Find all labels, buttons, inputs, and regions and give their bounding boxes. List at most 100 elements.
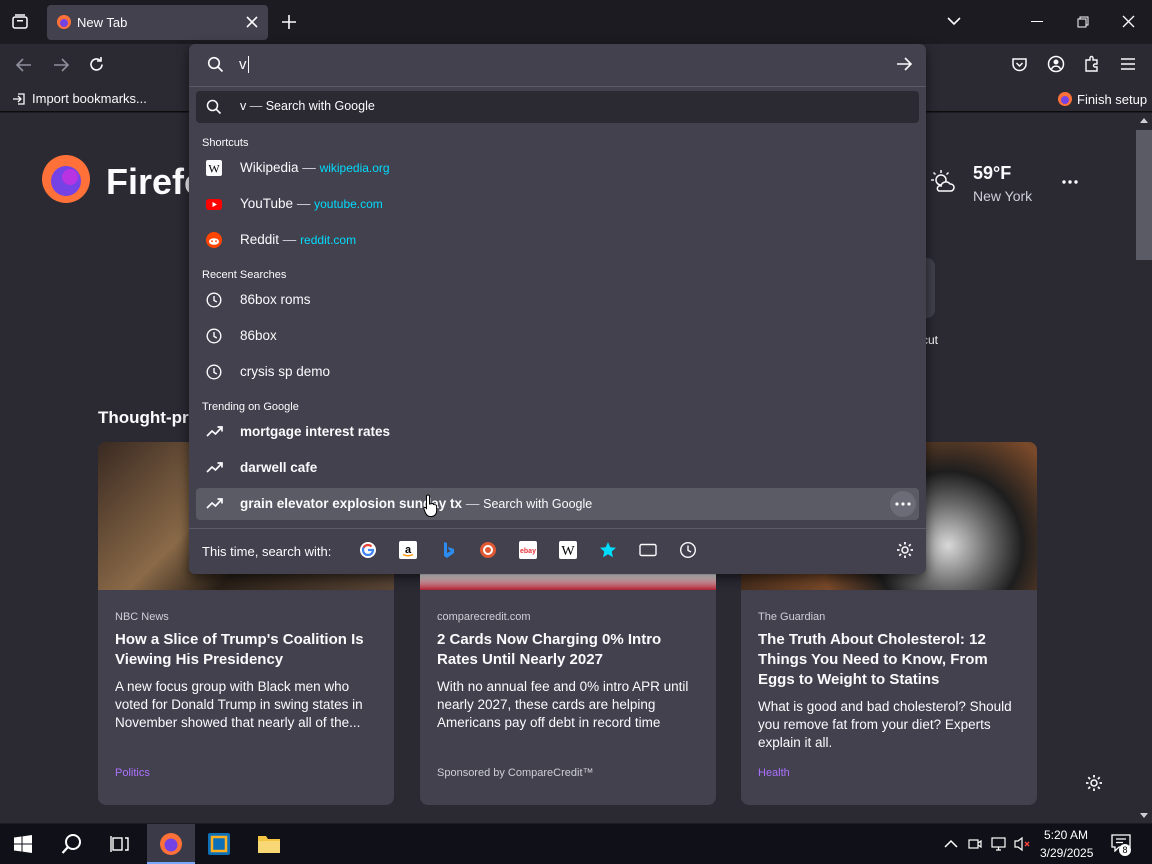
search-with-label: This time, search with:: [202, 544, 332, 559]
urlbar-divider: [189, 86, 926, 87]
tabs-icon[interactable]: [639, 543, 657, 557]
svg-text:W: W: [561, 544, 575, 559]
trending-row[interactable]: mortgage interest rates: [196, 416, 919, 448]
heuristic-result-row[interactable]: v — Search with Google: [196, 91, 919, 123]
reload-icon[interactable]: [88, 56, 105, 73]
account-icon[interactable]: [1047, 55, 1065, 73]
customize-gear-icon[interactable]: [1085, 774, 1103, 792]
weather-city: New York: [973, 188, 1033, 204]
finish-setup-button[interactable]: Finish setup: [1057, 91, 1147, 107]
trending-arrow-icon: [206, 496, 224, 512]
finish-setup-label: Finish setup: [1077, 92, 1148, 107]
scroll-down-icon[interactable]: [1140, 813, 1148, 819]
svg-text:W: W: [208, 162, 220, 176]
restore-button[interactable]: [1077, 16, 1089, 28]
windows-start-icon[interactable]: [14, 835, 32, 853]
story-source: comparecredit.com: [437, 611, 531, 623]
bookmarks-star-icon[interactable]: [599, 541, 617, 559]
shortcut-row-wikipedia[interactable]: W Wikipedia — wikipedia.org: [196, 152, 919, 184]
wikipedia-engine-button[interactable]: W: [559, 541, 577, 559]
scroll-up-icon[interactable]: [1140, 117, 1148, 123]
tab-new-tab[interactable]: New Tab: [47, 5, 268, 40]
trending-arrow-icon: [206, 424, 224, 440]
recent-search-label: 86box roms: [240, 292, 311, 307]
recent-search-row[interactable]: crysis sp demo: [196, 356, 919, 388]
history-icon[interactable]: [679, 541, 697, 559]
trending-label: darwell cafe: [240, 460, 318, 475]
meet-now-icon[interactable]: [968, 837, 982, 851]
story-description: A new focus group with Black men who vot…: [115, 679, 363, 730]
svg-text:ebay: ebay: [520, 548, 536, 555]
file-explorer-icon[interactable]: [257, 833, 281, 855]
story-topic[interactable]: Health: [758, 767, 790, 779]
amazon-engine-button[interactable]: a: [399, 541, 417, 559]
urlbar-input[interactable]: v: [235, 52, 875, 78]
network-icon[interactable]: [990, 836, 1008, 852]
forward-arrow-icon[interactable]: [52, 57, 70, 73]
notification-badge: 8: [1119, 844, 1131, 856]
trending-arrow-icon: [206, 460, 224, 476]
back-arrow-icon[interactable]: [15, 57, 33, 73]
history-clock-icon: [206, 292, 224, 308]
duckduckgo-engine-button[interactable]: [479, 541, 497, 559]
history-clock-icon: [206, 328, 224, 344]
weather-more-icon[interactable]: [1062, 180, 1078, 184]
section-title: Thought-pro: [98, 408, 200, 427]
shortcut-url: wikipedia.org: [319, 161, 390, 175]
result-separator: —: [465, 496, 480, 511]
import-bookmarks-label: Import bookmarks...: [32, 91, 147, 106]
sponsored-label: Sponsored by CompareCredit™: [437, 767, 594, 779]
volume-muted-icon[interactable]: [1014, 836, 1032, 852]
ebay-engine-button[interactable]: ebay: [519, 541, 537, 559]
bing-engine-button[interactable]: [439, 541, 457, 559]
recent-search-row[interactable]: 86box roms: [196, 284, 919, 316]
trending-row[interactable]: darwell cafe: [196, 452, 919, 484]
search-settings-gear-icon[interactable]: [896, 541, 914, 559]
shortcut-row-youtube[interactable]: YouTube — youtube.com: [196, 188, 919, 220]
urlbar-dropdown: v v — Search with Google Shortcuts W Wik…: [189, 44, 926, 574]
story-source: NBC News: [115, 611, 169, 623]
story-topic[interactable]: Politics: [115, 767, 150, 779]
minimize-button[interactable]: [1031, 21, 1043, 22]
close-window-button[interactable]: [1122, 15, 1135, 28]
recent-search-row[interactable]: 86box: [196, 320, 919, 352]
go-arrow-icon[interactable]: [895, 56, 913, 72]
result-menu-button[interactable]: [890, 491, 916, 517]
google-engine-button[interactable]: [359, 541, 377, 559]
firefox-taskbar-button[interactable]: [147, 824, 195, 864]
recent-search-label: 86box: [240, 328, 277, 343]
story-title: 2 Cards Now Charging 0% Intro Rates Unti…: [437, 631, 662, 668]
search-icon[interactable]: [61, 833, 83, 855]
show-hidden-icons[interactable]: [944, 839, 958, 849]
tab-list-icon[interactable]: [11, 13, 29, 31]
text-cursor: [248, 56, 249, 73]
windows-taskbar: 5:20 AM 3/29/2025 8: [0, 824, 1152, 864]
story-description: What is good and bad cholesterol? Should…: [758, 699, 1012, 750]
shortcut-row-reddit[interactable]: Reddit — reddit.com: [196, 224, 919, 256]
result-separator: —: [302, 160, 316, 175]
new-tab-button[interactable]: [281, 14, 297, 30]
result-separator: —: [249, 99, 263, 113]
result-separator: —: [282, 232, 297, 247]
shortcut-url: youtube.com: [314, 197, 383, 211]
result-separator: —: [296, 196, 311, 211]
close-tab-icon[interactable]: [245, 15, 259, 29]
app-menu-icon[interactable]: [1120, 57, 1136, 71]
scrollbar-thumb[interactable]: [1136, 130, 1152, 260]
story-source: The Guardian: [758, 611, 826, 623]
emulator-app-icon[interactable]: [207, 832, 231, 856]
pocket-icon[interactable]: [1011, 56, 1028, 73]
partly-cloudy-icon: [930, 169, 956, 195]
task-view-icon[interactable]: [110, 835, 130, 853]
trending-header: Trending on Google: [202, 401, 299, 413]
list-all-tabs-icon[interactable]: [946, 15, 962, 27]
extensions-icon[interactable]: [1083, 55, 1101, 73]
clock-time[interactable]: 5:20 AM: [1044, 828, 1088, 842]
firefox-tab-icon: [56, 14, 72, 30]
weather-widget[interactable]: 59°F New York: [930, 163, 1050, 207]
clock-date[interactable]: 3/29/2025: [1040, 846, 1093, 860]
trending-row-selected[interactable]: grain elevator explosion sunday tx — Sea…: [196, 488, 919, 520]
weather-temp: 59°F: [973, 163, 1012, 183]
shortcuts-header: Shortcuts: [202, 137, 249, 149]
action-center-icon[interactable]: 8: [1111, 834, 1135, 856]
